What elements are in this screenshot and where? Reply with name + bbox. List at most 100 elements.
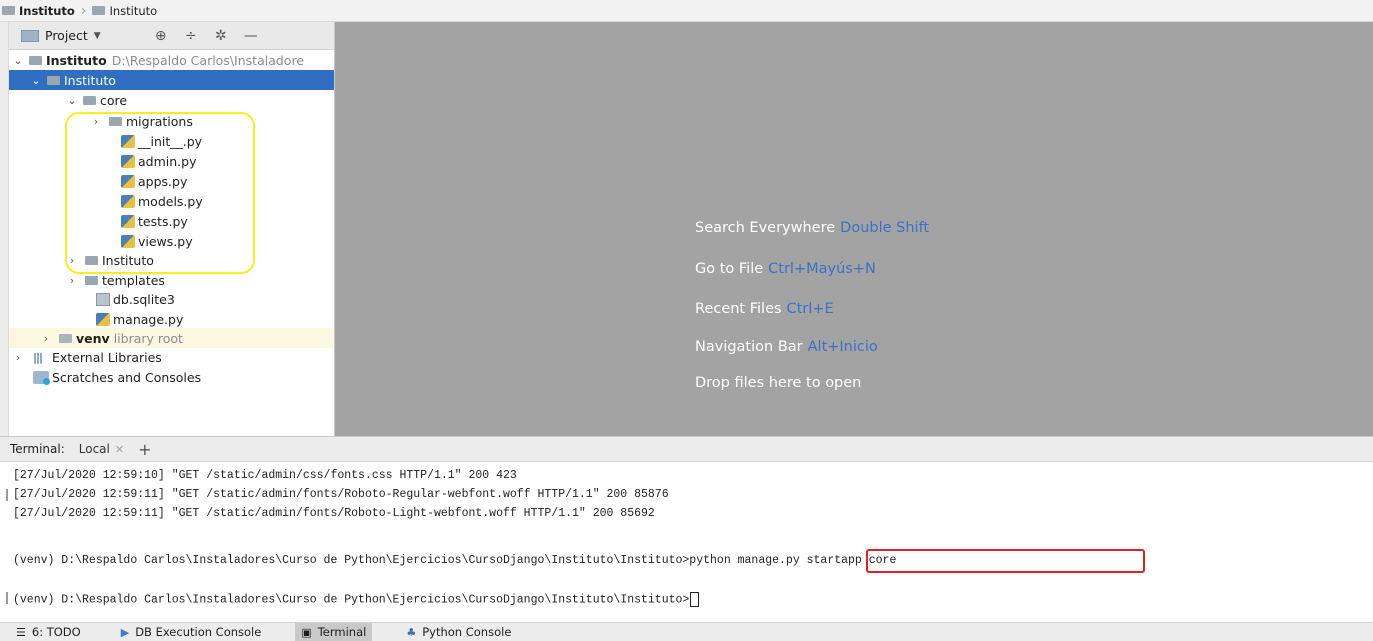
- breadcrumb: Instituto › Instituto: [0, 0, 1373, 22]
- tree-item-label: views.py: [138, 233, 193, 249]
- hint-drop-files: Drop files here to open: [695, 375, 861, 391]
- tree-item-label: External Libraries: [52, 349, 162, 365]
- folder-icon: [83, 95, 96, 105]
- terminal-prompt: (venv) D:\Respaldo Carlos\Instaladores\C…: [13, 593, 690, 607]
- terminal-icon: ▣: [301, 625, 312, 639]
- project-panel: Project ▼ ⊕ ÷ ✲ — ⌄ Instituto D:\Respald…: [9, 22, 335, 436]
- close-icon[interactable]: ✕: [115, 443, 124, 456]
- chevron-down-icon[interactable]: ⌄: [29, 74, 43, 87]
- tree-item-label: templates: [102, 272, 165, 288]
- tree-item-label: Instituto: [46, 52, 107, 68]
- tree-item-label: manage.py: [113, 311, 184, 327]
- tree-item-external-libraries[interactable]: › ||| External Libraries: [9, 347, 334, 367]
- tree-item-label: tests.py: [138, 213, 188, 229]
- hint-navigation-bar: Navigation Bar Alt+Inicio: [695, 339, 878, 355]
- terminal-header: Terminal: Local ✕ +: [0, 436, 1373, 462]
- tool-label: Terminal: [317, 625, 367, 639]
- breadcrumb-root[interactable]: Instituto: [19, 4, 75, 18]
- collapse-all-icon[interactable]: ÷: [183, 28, 199, 44]
- folder-icon: [2, 6, 15, 15]
- tree-item-label: Instituto: [102, 252, 154, 268]
- folder-icon: [47, 75, 60, 85]
- hint-text: Drop files here to open: [695, 375, 862, 391]
- terminal-line: [27/Jul/2020 12:59:11] "GET /static/admi…: [13, 507, 655, 520]
- hint-search-everywhere: Search Everywhere Double Shift: [695, 220, 929, 236]
- tree-item-migrations[interactable]: › migrations: [9, 111, 334, 131]
- tree-item-label: Scratches and Consoles: [52, 369, 202, 385]
- hint-shortcut: Alt+Inicio: [807, 339, 878, 355]
- terminal-line: (venv) D:\Respaldo Carlos\Instaladores\C…: [13, 554, 897, 567]
- tree-item-path: D:\Respaldo Carlos\Instaladore: [111, 52, 305, 68]
- chevron-right-icon: ›: [80, 2, 87, 19]
- tool-label: 6: TODO: [31, 625, 81, 639]
- tree-item-instituto-settings[interactable]: › Instituto: [9, 250, 334, 270]
- tree-item-label: apps.py: [138, 173, 188, 189]
- hint-text: Navigation Bar: [695, 339, 803, 355]
- terminal-output[interactable]: [27/Jul/2020 12:59:10] "GET /static/admi…: [0, 462, 1373, 622]
- tree-item-admin-py[interactable]: admin.py: [9, 151, 334, 171]
- folder-icon: [29, 55, 42, 65]
- tool-window-gutter: [0, 22, 9, 436]
- chevron-down-icon[interactable]: ⌄: [65, 94, 79, 107]
- terminal-line: [27/Jul/2020 12:59:10] "GET /static/admi…: [13, 469, 517, 482]
- hint-go-to-file: Go to File Ctrl+Mayús+N: [695, 261, 876, 277]
- tree-item-init-py[interactable]: __init__.py: [9, 131, 334, 151]
- tree-item-label: Instituto: [64, 72, 116, 88]
- terminal-title: Terminal:: [10, 442, 65, 456]
- list-icon: ☰: [16, 625, 26, 639]
- project-view-selector[interactable]: Project: [45, 28, 88, 43]
- folder-icon: [85, 255, 98, 265]
- tree-item-label: __init__.py: [138, 133, 203, 149]
- tree-item-venv[interactable]: › venv library root: [9, 328, 334, 348]
- tree-item-models-py[interactable]: models.py: [9, 191, 334, 211]
- hint-text: Recent Files: [695, 301, 782, 317]
- hint-shortcut: Ctrl+Mayús+N: [768, 261, 876, 277]
- gear-icon[interactable]: ✲: [213, 28, 229, 44]
- tree-item-label: migrations: [126, 113, 193, 129]
- tree-item-manage-py[interactable]: manage.py: [9, 309, 334, 329]
- hint-text: Go to File: [695, 261, 764, 277]
- tool-todo[interactable]: ☰ 6: TODO: [10, 623, 87, 641]
- chevron-right-icon[interactable]: ›: [65, 254, 79, 267]
- terminal-prompt-line: (venv) D:\Respaldo Carlos\Instaladores\C…: [13, 592, 700, 607]
- tree-item-scratches[interactable]: Scratches and Consoles: [9, 367, 334, 387]
- editor-empty-area[interactable]: Search Everywhere Double Shift Go to File…: [335, 22, 1373, 436]
- tree-item-templates[interactable]: › templates: [9, 270, 334, 290]
- tree-item-project-root[interactable]: ⌄ Instituto D:\Respaldo Carlos\Instalado…: [9, 50, 334, 70]
- database-file-icon: [96, 292, 110, 306]
- python-file-icon: [121, 134, 135, 148]
- hide-icon[interactable]: —: [243, 28, 259, 44]
- tool-db-execution-console[interactable]: ▶ DB Execution Console: [115, 623, 268, 641]
- hint-shortcut: Double Shift: [840, 220, 930, 236]
- chevron-down-icon[interactable]: ⌄: [11, 54, 25, 67]
- project-panel-header: Project ▼ ⊕ ÷ ✲ —: [9, 22, 334, 50]
- tree-item-apps-py[interactable]: apps.py: [9, 171, 334, 191]
- tool-terminal[interactable]: ▣ Terminal: [295, 622, 373, 641]
- tree-item-instituto-package[interactable]: ⌄ Instituto: [9, 70, 334, 90]
- folder-icon: [109, 116, 122, 126]
- plus-icon[interactable]: +: [138, 440, 151, 459]
- scratches-icon: [33, 370, 50, 385]
- tree-item-tests-py[interactable]: tests.py: [9, 211, 334, 231]
- tree-item-views-py[interactable]: views.py: [9, 231, 334, 251]
- terminal-gutter-mark: [6, 489, 8, 501]
- chevron-right-icon[interactable]: ›: [39, 332, 53, 345]
- library-icon: |||: [33, 350, 43, 364]
- terminal-tab-local[interactable]: Local: [79, 442, 110, 456]
- console-play-icon: ▶: [120, 625, 130, 639]
- hint-recent-files: Recent Files Ctrl+E: [695, 301, 834, 317]
- chevron-right-icon[interactable]: ›: [11, 351, 25, 364]
- breadcrumb-child[interactable]: Instituto: [109, 4, 157, 18]
- tree-item-hint: library root: [113, 330, 183, 346]
- locate-icon[interactable]: ⊕: [153, 28, 169, 44]
- tree-item-db-sqlite3[interactable]: db.sqlite3: [9, 289, 334, 309]
- tree-item-label: admin.py: [138, 153, 197, 169]
- tool-python-console[interactable]: ♣ Python Console: [400, 623, 517, 641]
- folder-icon: [85, 275, 98, 285]
- dropdown-arrow-icon[interactable]: ▼: [94, 31, 101, 41]
- chevron-right-icon[interactable]: ›: [89, 115, 103, 128]
- terminal-gutter-mark: [6, 592, 8, 604]
- chevron-right-icon[interactable]: ›: [65, 274, 79, 287]
- tree-item-label: venv: [76, 330, 110, 346]
- tree-item-core[interactable]: ⌄ core: [9, 90, 334, 110]
